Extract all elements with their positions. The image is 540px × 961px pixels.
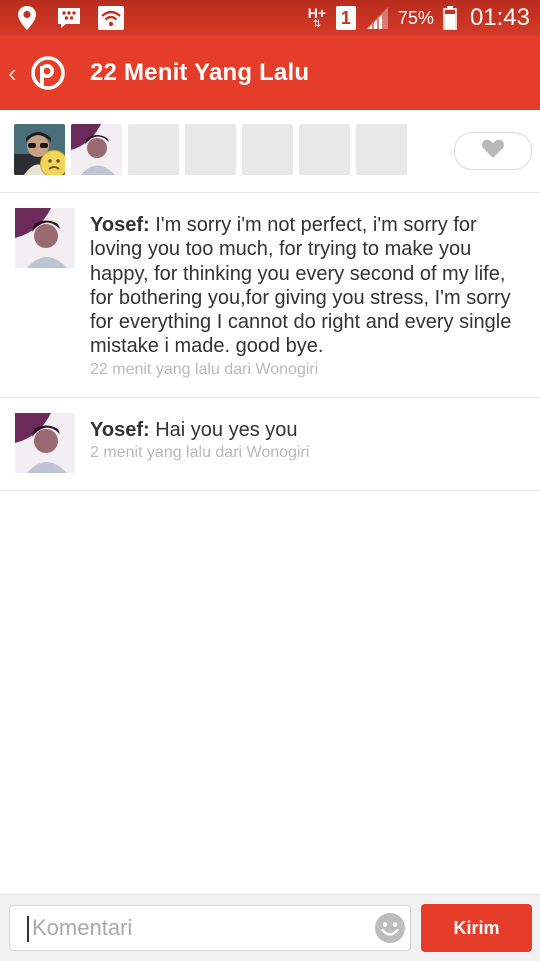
comment-author[interactable]: Yosef: xyxy=(90,419,150,441)
comment-message: I'm sorry i'm not perfect, i'm sorry for… xyxy=(90,214,512,358)
battery-percent: 75% xyxy=(397,7,434,28)
comment-input[interactable] xyxy=(32,906,362,950)
comment-avatar[interactable] xyxy=(15,208,75,268)
sad-emoji-icon xyxy=(40,150,65,175)
empty-viewer-slot xyxy=(356,124,407,175)
bbm-icon xyxy=(56,5,82,31)
comment-item: Yosef: Hai you yes you 2 menit yang lalu… xyxy=(0,398,540,491)
avatar-viewer-1[interactable] xyxy=(14,124,65,175)
page-title: 22 Menit Yang Lalu xyxy=(90,59,310,86)
battery-icon xyxy=(442,5,458,31)
smiley-icon[interactable] xyxy=(374,912,406,944)
comment-input-box[interactable] xyxy=(9,905,411,951)
app-header: ‹ 22 Menit Yang Lalu xyxy=(0,36,540,110)
comment-timestamp: 2 menit yang lalu dari Wonogiri xyxy=(90,444,310,462)
empty-viewer-slot xyxy=(299,124,350,175)
empty-viewer-slot xyxy=(242,124,293,175)
empty-viewer-slot xyxy=(128,124,179,175)
heart-icon xyxy=(481,139,505,164)
location-icon xyxy=(14,5,40,31)
comment-avatar[interactable] xyxy=(15,413,75,473)
path-logo-icon[interactable] xyxy=(30,55,66,91)
comment-message: Hai you yes you xyxy=(149,419,298,441)
status-bar: H+ ⇅ 1 75% 01:43 xyxy=(0,0,540,36)
network-type-label: H+ xyxy=(307,5,327,21)
back-chevron-icon[interactable]: ‹ xyxy=(8,58,24,89)
comment-author[interactable]: Yosef: xyxy=(90,214,150,236)
love-button[interactable] xyxy=(454,132,532,170)
clock: 01:43 xyxy=(469,4,530,31)
data-arrows-icon: ⇅ xyxy=(312,19,322,30)
comment-text: Yosef: I'm sorry i'm not perfect, i'm so… xyxy=(90,213,526,359)
comment-text: Yosef: Hai you yes you xyxy=(90,418,526,442)
empty-viewer-slot xyxy=(185,124,236,175)
sim-icon: 1 xyxy=(335,6,356,30)
sim-slot-label: 1 xyxy=(340,7,351,28)
comment-timestamp: 22 menit yang lalu dari Wonogiri xyxy=(90,360,319,378)
network-icon: H+ ⇅ xyxy=(306,5,328,31)
comment-composer: Kirim xyxy=(0,894,540,961)
signal-icon xyxy=(364,5,390,31)
comment-item: Yosef: I'm sorry i'm not perfect, i'm so… xyxy=(0,193,540,398)
send-button[interactable]: Kirim xyxy=(421,904,532,952)
text-cursor xyxy=(27,916,29,942)
wifi-icon xyxy=(98,5,124,31)
avatar-viewer-2[interactable] xyxy=(71,124,122,175)
